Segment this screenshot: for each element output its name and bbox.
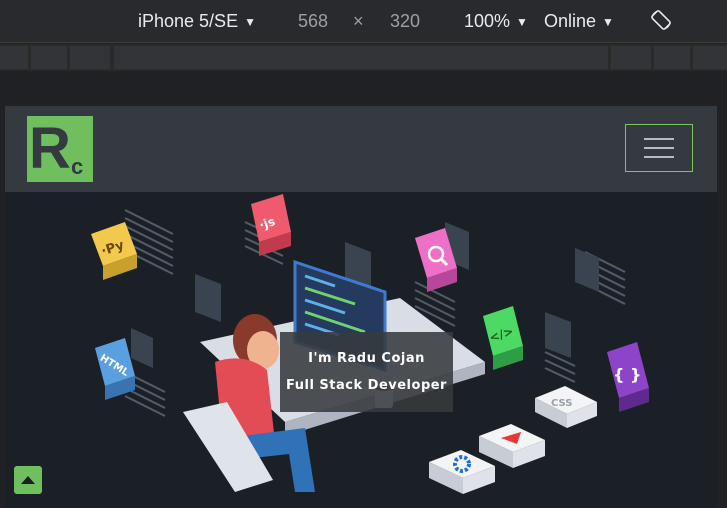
zoom-label: 100% [464, 11, 511, 31]
back-to-top-button[interactable] [14, 466, 42, 494]
times-sign: × [353, 11, 364, 31]
cube-python: ·Py [91, 222, 137, 280]
zoom-select[interactable]: 100% ▼ [464, 11, 528, 32]
cube-html: HTML [95, 338, 135, 400]
logo-letter-r: R [29, 116, 71, 181]
hero-title: I'm Radu Cojan [308, 351, 425, 366]
height-value: 320 [390, 11, 421, 31]
media-query-segment[interactable] [693, 46, 727, 69]
device-toolbar: iPhone 5/SE ▼ 568 × 320 100% ▼ Online ▼ [0, 0, 727, 43]
media-query-segment[interactable] [611, 46, 651, 69]
hamburger-icon-bar [644, 138, 674, 140]
cube-gear [429, 450, 495, 494]
device-select[interactable]: iPhone 5/SE ▼ [138, 11, 256, 32]
device-viewport: R c ·Py ·js </> {} HTML CSS I'm Radu Co… [5, 106, 717, 508]
triangle-up-icon [21, 476, 35, 484]
hamburger-icon-bar [644, 147, 674, 149]
cube-play [479, 424, 545, 468]
hero-subtitle: Full Stack Developer [286, 378, 447, 393]
cube-js: ·js [251, 194, 291, 256]
logo-letter-c: c [71, 154, 83, 179]
media-query-segment[interactable] [0, 46, 28, 69]
site-navbar: R c [5, 106, 717, 192]
device-select-label: iPhone 5/SE [138, 11, 239, 31]
site-logo[interactable]: R c [27, 116, 93, 182]
svg-text:{ }: { } [613, 365, 641, 384]
cube-braces: { } [607, 342, 649, 412]
hero-caption: I'm Radu Cojan Full Stack Developer [280, 332, 453, 412]
width-input[interactable]: 568 [298, 11, 328, 32]
navbar-toggle-button[interactable] [625, 124, 693, 172]
throttling-label: Online [544, 11, 597, 31]
svg-text:CSS: CSS [551, 398, 572, 409]
media-query-segment[interactable] [31, 46, 67, 69]
media-query-segment[interactable] [654, 46, 690, 69]
caret-down-icon: ▼ [602, 14, 614, 29]
width-value: 568 [298, 11, 329, 31]
dimension-times: × [353, 11, 364, 32]
media-query-segment[interactable] [114, 46, 608, 69]
hamburger-icon-bar [644, 156, 674, 158]
caret-down-icon: ▼ [244, 14, 256, 29]
throttling-select[interactable]: Online ▼ [544, 11, 614, 32]
cube-css: CSS [535, 386, 597, 428]
height-input[interactable]: 320 [390, 11, 420, 32]
rotate-icon[interactable] [650, 9, 672, 31]
media-query-segment[interactable] [70, 46, 110, 69]
caret-down-icon: ▼ [516, 14, 528, 29]
cube-code: </> [483, 306, 523, 370]
media-query-bar [0, 44, 727, 71]
